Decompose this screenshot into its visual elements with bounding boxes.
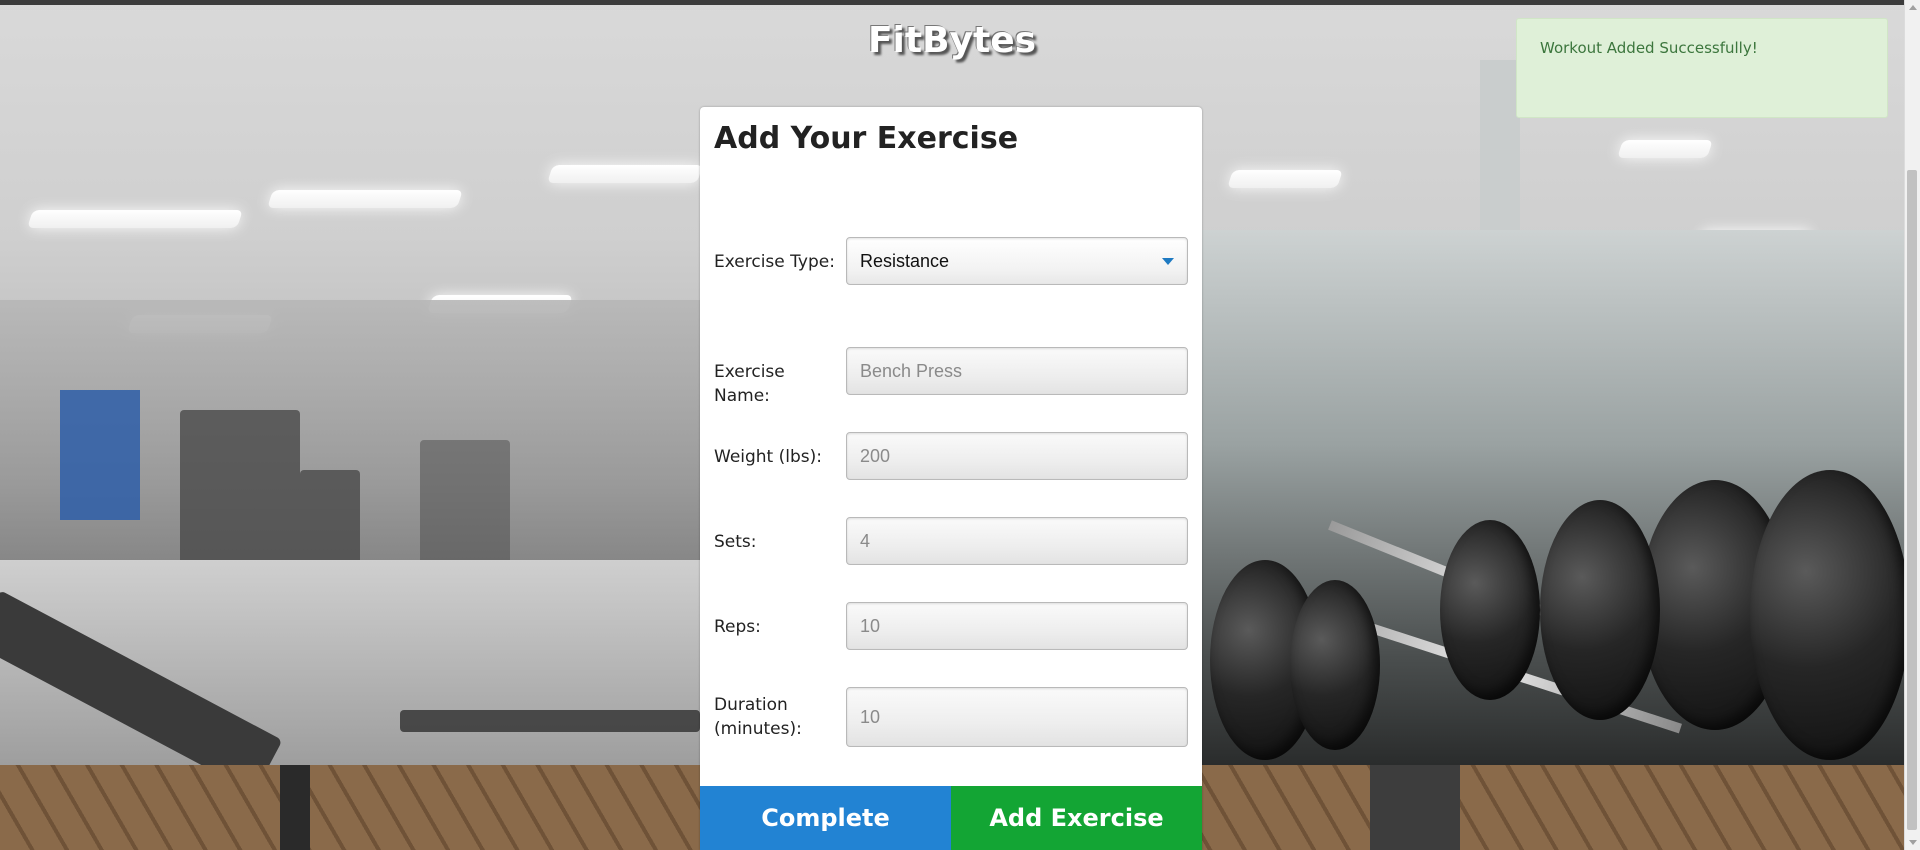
weight-input[interactable]: 200 <box>846 432 1188 480</box>
duration-label: Duration (minutes): <box>714 695 802 739</box>
chevron-down-icon <box>1162 258 1174 265</box>
sets-label: Sets: <box>714 532 757 552</box>
sets-placeholder: 4 <box>860 531 871 551</box>
exercise-type-value: Resistance <box>860 251 950 271</box>
blue-wall-panel <box>60 390 140 520</box>
exercise-name-placeholder: Bench Press <box>860 361 963 381</box>
reps-row: Reps: 10 <box>714 602 1189 652</box>
scroll-up-arrow-icon[interactable] <box>1909 5 1917 10</box>
sets-input[interactable]: 4 <box>846 517 1188 565</box>
exercise-name-input[interactable]: Bench Press <box>846 347 1188 395</box>
exercise-name-row: Exercise Name: Bench Press <box>714 347 1189 406</box>
reps-input[interactable]: 10 <box>846 602 1188 650</box>
dumbbell <box>1540 500 1660 720</box>
complete-button[interactable]: Complete <box>700 786 951 850</box>
dumbbell <box>1290 580 1380 750</box>
ceiling-light <box>1227 170 1343 188</box>
reps-placeholder: 10 <box>860 616 881 636</box>
success-toast: Workout Added Successfully! <box>1516 18 1888 118</box>
gym-machine <box>420 440 510 570</box>
toast-message: Workout Added Successfully! <box>1540 39 1758 57</box>
exercise-name-label: Exercise Name: <box>714 362 785 406</box>
dumbbell <box>1750 470 1904 760</box>
exercise-type-label: Exercise Type: <box>714 252 835 272</box>
top-border <box>0 0 1904 5</box>
duration-row: Duration (minutes): 10 <box>714 687 1189 747</box>
reps-label: Reps: <box>714 617 761 637</box>
gym-machine <box>180 410 300 570</box>
weight-row: Weight (lbs): 200 <box>714 432 1189 482</box>
bench-rail <box>400 710 700 732</box>
ceiling-light <box>27 210 243 228</box>
dumbbell <box>1440 520 1540 700</box>
table-leg <box>280 765 310 850</box>
duration-input[interactable]: 10 <box>846 687 1188 747</box>
add-exercise-button[interactable]: Add Exercise <box>951 786 1202 850</box>
exercise-type-select[interactable]: Resistance <box>846 237 1188 285</box>
exercise-type-row: Exercise Type: Resistance <box>714 237 1189 287</box>
stool-leg <box>1370 765 1460 850</box>
ceiling-light <box>547 165 703 183</box>
sets-row: Sets: 4 <box>714 517 1189 567</box>
scroll-down-arrow-icon[interactable] <box>1909 840 1917 845</box>
form-title: Add Your Exercise <box>714 121 1019 156</box>
page-scrollbar[interactable] <box>1904 0 1920 850</box>
scroll-thumb[interactable] <box>1907 170 1917 830</box>
weight-label: Weight (lbs): <box>714 447 822 467</box>
ceiling-light <box>1617 140 1713 158</box>
duration-placeholder: 10 <box>860 707 881 727</box>
ceiling-light <box>267 190 463 208</box>
exercise-form-card: Add Your Exercise Exercise Type: Resista… <box>700 107 1202 850</box>
weight-placeholder: 200 <box>860 446 891 466</box>
